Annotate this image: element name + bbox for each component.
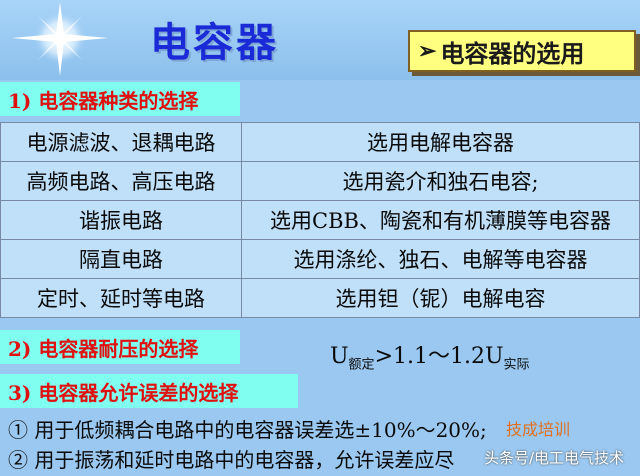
formula-u: U bbox=[330, 344, 349, 369]
table-cell: 高频电路、高压电路 bbox=[0, 161, 242, 201]
table-cell: 定时、延时等电路 bbox=[0, 278, 242, 318]
table-cell: 隔直电路 bbox=[0, 239, 242, 279]
table-cell: 选用电解电容器 bbox=[241, 122, 640, 162]
table-cell: 选用涤纶、独石、电解等电容器 bbox=[241, 239, 640, 279]
tolerance-line-1: ① 用于低频耦合电路中的电容器误差选±10%～20%; bbox=[8, 418, 487, 442]
tolerance-line-2: ② 用于振荡和延时电路中的电容器，允许误差应尽 bbox=[8, 448, 455, 472]
formula-sub-rated: 额定 bbox=[348, 357, 375, 373]
section-heading-voltage: 2) 电容器耐压的选择 bbox=[0, 330, 240, 364]
table-row: 隔直电路 选用涤纶、独石、电解等电容器 bbox=[0, 239, 640, 279]
sparkle-icon bbox=[12, 2, 108, 76]
table-row: 谐振电路 选用CBB、陶瓷和有机薄膜等电容器 bbox=[0, 200, 640, 240]
table-cell: 选用钽（铌）电解电容 bbox=[241, 278, 640, 318]
table-cell: 选用CBB、陶瓷和有机薄膜等电容器 bbox=[241, 200, 640, 240]
subtitle-box: ➢ 电容器的选用 bbox=[408, 30, 636, 72]
capacitor-type-table: 电源滤波、退耦电路 选用电解电容器 高频电路、高压电路 选用瓷介和独石电容; 谐… bbox=[0, 122, 640, 318]
table-row: 定时、延时等电路 选用钽（铌）电解电容 bbox=[0, 278, 640, 318]
page-title: 电容器 bbox=[150, 20, 279, 66]
formula-mid: >1.1～1.2U bbox=[374, 344, 504, 369]
section-heading-tolerance: 3) 电容器允许误差的选择 bbox=[0, 374, 298, 408]
watermark-logo: 技成培训 bbox=[505, 420, 570, 439]
arrow-icon: ➢ bbox=[418, 38, 437, 64]
table-row: 高频电路、高压电路 选用瓷介和独石电容; bbox=[0, 161, 640, 201]
voltage-formula: U额定>1.1～1.2U实际 bbox=[330, 338, 530, 372]
table-cell: 谐振电路 bbox=[0, 200, 242, 240]
watermark-text: 头条号/电工电气技术 bbox=[483, 449, 624, 467]
table-cell: 选用瓷介和独石电容; bbox=[241, 161, 640, 201]
table-cell: 电源滤波、退耦电路 bbox=[0, 122, 242, 162]
formula-sub-actual: 实际 bbox=[503, 357, 530, 373]
table-row: 电源滤波、退耦电路 选用电解电容器 bbox=[0, 122, 640, 162]
section-heading-types: 1) 电容器种类的选择 bbox=[0, 82, 240, 116]
subtitle-text: 电容器的选用 bbox=[440, 38, 585, 68]
